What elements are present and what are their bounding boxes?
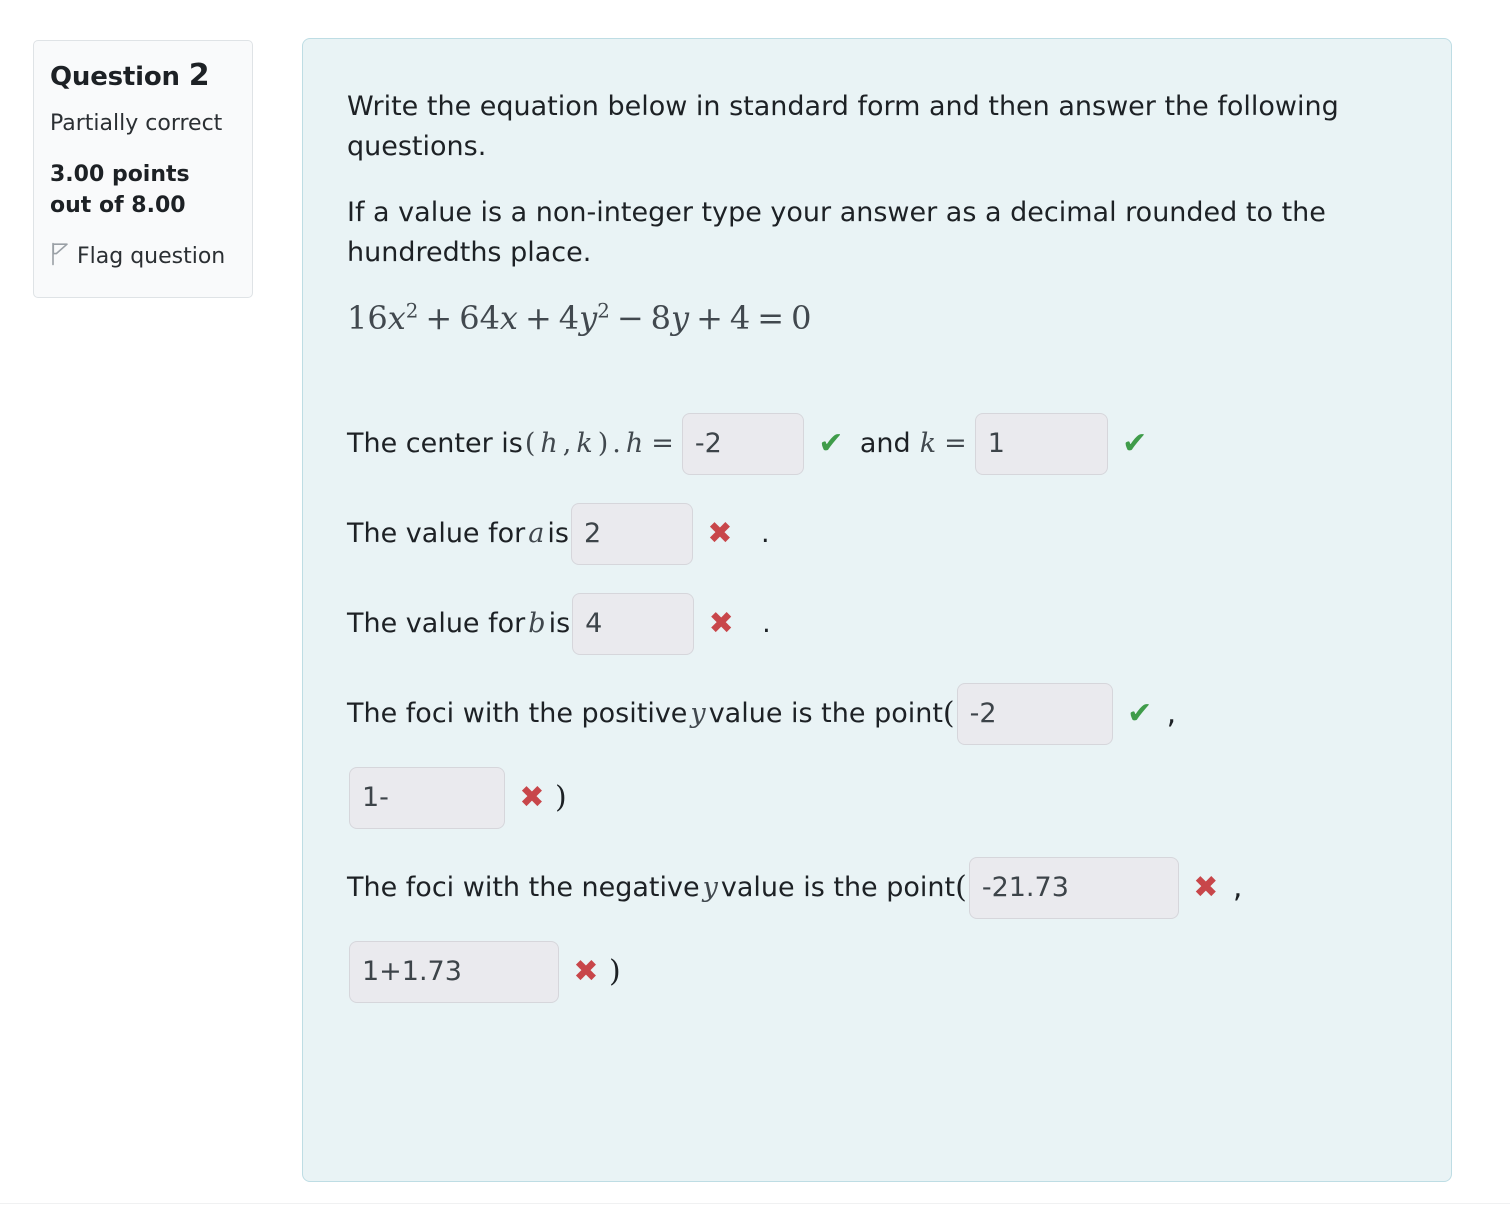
foci-negative-var: y xyxy=(702,871,718,903)
center-label-k: k xyxy=(919,427,937,459)
question-state: Partially correct xyxy=(50,110,223,136)
foci-negative-label: The foci with the negative y value is th… xyxy=(347,871,967,904)
input-center-h[interactable] xyxy=(681,412,804,475)
center-k-label: k = xyxy=(917,429,973,459)
center-text-before: The center is xyxy=(347,427,523,459)
question-grade: 3.00 points out of 8.00 xyxy=(50,161,190,218)
value-a-period: . xyxy=(760,517,770,549)
foci-positive-linebreak xyxy=(347,745,1407,767)
foci-negative-linebreak xyxy=(347,919,1407,941)
value-b-label: The value for b is xyxy=(347,609,570,639)
equation-term-3-coef: 4 xyxy=(558,298,580,337)
equation-op-3: − xyxy=(616,298,644,337)
mark-center-k-correct-icon: ✔ xyxy=(1122,425,1148,461)
center-pair-k: k xyxy=(576,427,593,459)
mark-value-a-wrong-icon: ✖ xyxy=(707,515,733,551)
mark-foci-negative-x-wrong-icon: ✖ xyxy=(1193,869,1219,905)
center-pair-period: . xyxy=(612,427,621,459)
input-foci-positive-x[interactable] xyxy=(956,682,1113,745)
foci-negative-text-before: The foci with the negative xyxy=(347,871,700,903)
center-pair-h: h xyxy=(540,427,558,459)
question-info-box: Question 2 Partially correct 3.00 points… xyxy=(33,40,253,299)
input-value-a[interactable] xyxy=(570,502,693,565)
value-b-period: . xyxy=(762,607,771,639)
equation-rhs: 0 xyxy=(791,298,812,337)
equation-term-3-exp: 2 xyxy=(597,299,610,323)
value-a-text-after: is xyxy=(547,517,569,549)
page-bottom-divider xyxy=(0,1203,1510,1204)
equation-op-2: + xyxy=(524,298,552,337)
foci-positive-var: y xyxy=(690,697,706,729)
answer-row-foci-positive: The foci with the positive y value is th… xyxy=(347,682,1407,829)
foci-negative-close-paren: ) xyxy=(609,954,621,990)
foci-positive-close-paren: ) xyxy=(555,780,567,816)
center-label: The center is (h, k). h = xyxy=(347,429,680,459)
foci-negative-open-paren: ( xyxy=(955,870,967,906)
equation-term-1-var: x xyxy=(387,298,406,337)
equation-op-1: + xyxy=(425,298,453,337)
equation-term-5: 4 xyxy=(729,298,751,337)
equation-term-2-coef: 64 xyxy=(459,298,500,337)
equation-term-2-var: x xyxy=(499,298,518,337)
foci-positive-open-paren: ( xyxy=(942,696,955,732)
center-pair-comma: , xyxy=(562,427,572,459)
foci-positive-comma: , xyxy=(1166,696,1177,732)
equation-term-1-coef: 16 xyxy=(347,298,388,337)
flag-outline-icon xyxy=(50,242,70,275)
value-a-text-before: The value for xyxy=(347,517,526,549)
answer-row-foci-negative: The foci with the negative y value is th… xyxy=(347,856,1407,1003)
prompt-line-2: If a value is a non-integer type your an… xyxy=(347,196,1326,268)
center-label-h: h xyxy=(625,427,644,459)
mark-foci-positive-x-correct-icon: ✔ xyxy=(1127,695,1153,731)
answer-row-value-a: The value for a is ✖ . xyxy=(347,502,1407,565)
mark-foci-positive-y-wrong-icon: ✖ xyxy=(519,779,545,815)
input-value-b[interactable] xyxy=(572,592,695,655)
foci-negative-text-after: value is the point xyxy=(720,871,956,903)
equation-equals: = xyxy=(757,298,785,337)
input-foci-negative-y[interactable] xyxy=(349,940,559,1003)
question-label: Question xyxy=(50,62,180,92)
equation-op-4: + xyxy=(696,298,723,337)
equation-term-4-coef: 8 xyxy=(650,298,672,337)
foci-negative-comma: , xyxy=(1232,870,1243,906)
center-equals-h: = xyxy=(651,427,674,459)
question-heading: Question 2 xyxy=(50,58,236,94)
mark-center-h-correct-icon: ✔ xyxy=(818,425,844,461)
center-pair-open: ( xyxy=(524,427,536,459)
center-conjunction: and xyxy=(859,427,911,459)
equation-term-1-exp: 2 xyxy=(405,299,419,323)
foci-positive-text-before: The foci with the positive xyxy=(347,697,688,729)
center-equals-k: = xyxy=(944,427,967,459)
flag-question-button[interactable]: Flag question xyxy=(50,241,236,275)
flag-question-label: Flag question xyxy=(77,244,226,270)
question-number: 2 xyxy=(188,58,210,93)
problem-equation: 16x2 +64x +4y2−8y +4 = 0 xyxy=(347,299,1407,337)
value-a-label: The value for a is xyxy=(347,519,569,549)
answer-row-center: The center is (h,k). h= ✔ and k= ✔ xyxy=(347,412,1407,475)
center-pair-close: ) xyxy=(597,427,609,459)
input-center-k[interactable] xyxy=(974,412,1108,475)
input-foci-positive-y[interactable] xyxy=(349,766,505,829)
mark-value-b-wrong-icon: ✖ xyxy=(708,605,734,641)
value-a-var: a xyxy=(528,517,545,549)
answer-row-value-b: The value for b is ✖ . xyxy=(347,592,1407,655)
value-b-var: b xyxy=(528,607,546,639)
value-b-text-after: is xyxy=(548,607,571,639)
input-foci-negative-x[interactable] xyxy=(968,856,1179,919)
equation-term-3-var: y xyxy=(579,298,598,337)
question-panel: Write the equation below in standard for… xyxy=(302,38,1452,1182)
value-b-text-before: The value for xyxy=(347,607,526,639)
foci-positive-label: The foci with the positive y value is th… xyxy=(347,697,955,730)
mark-foci-negative-y-wrong-icon: ✖ xyxy=(573,953,599,989)
equation-term-4-var: y xyxy=(671,298,690,337)
prompt-line-1: Write the equation below in standard for… xyxy=(347,91,1339,162)
foci-positive-text-after: value is the point xyxy=(708,697,943,729)
